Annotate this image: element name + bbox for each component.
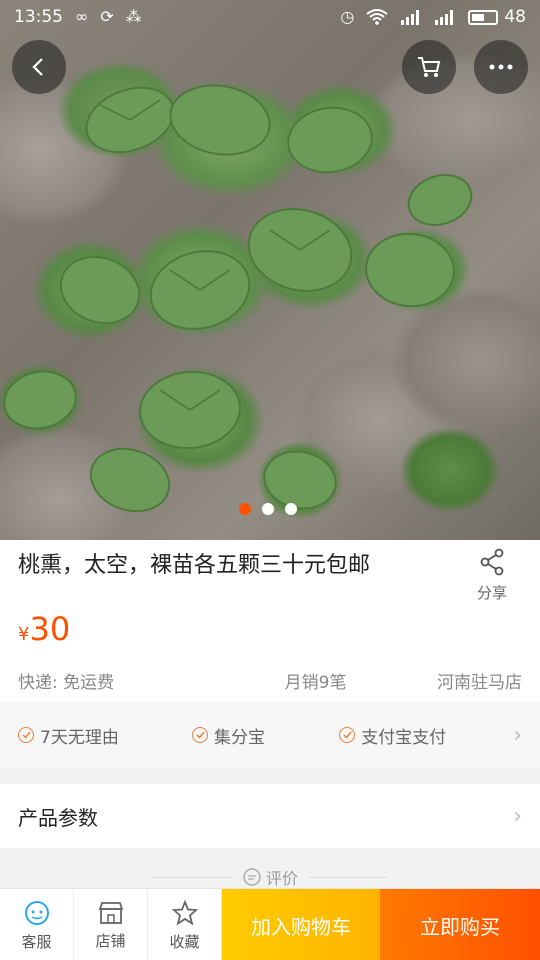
chevron-right-icon: › xyxy=(513,722,523,748)
pagination-dot[interactable] xyxy=(262,503,274,515)
shop-button[interactable]: 店铺 xyxy=(74,889,148,960)
check-circle-icon xyxy=(18,727,34,743)
battery-level: 48 xyxy=(504,7,526,27)
cart-icon xyxy=(418,57,441,77)
price: ¥ 30 xyxy=(18,610,70,648)
plant-photo xyxy=(3,84,473,513)
product-params-row[interactable]: 产品参数 › xyxy=(0,784,540,848)
gallery-pagination xyxy=(239,503,297,515)
bottom-action-bar: 客服 店铺 收藏 加入购物车 立即购买 xyxy=(0,888,540,960)
product-detail-page: 13:55 ∞ ⟳ ⁂ ◷ 48 桃熏，太空，裸苗各五颗三十元包邮 分享 ¥ 3… xyxy=(0,0,540,960)
service-label: 支付宝支付 xyxy=(361,727,447,748)
more-dots-icon xyxy=(489,64,513,70)
product-title: 桃熏，太空，裸苗各五颗三十元包邮 xyxy=(18,553,371,578)
params-label: 产品参数 xyxy=(18,805,98,830)
chevron-right-icon: › xyxy=(513,803,522,829)
alarm-icon: ◷ xyxy=(340,7,355,26)
share-button[interactable]: 分享 xyxy=(466,548,518,603)
monthly-sales: 月销9笔 xyxy=(284,673,347,693)
product-meta: 快递: 免运费 月销9笔 河南驻马店 xyxy=(18,668,522,693)
add-to-cart-button[interactable]: 加入购物车 xyxy=(222,889,380,960)
status-bar: 13:55 ∞ ⟳ ⁂ ◷ 48 xyxy=(0,0,540,34)
shop-icon xyxy=(98,901,123,924)
app-icon: ⁂ xyxy=(125,7,142,26)
service-label: 7天无理由 xyxy=(40,727,119,748)
shop-label: 店铺 xyxy=(95,931,126,950)
customer-service-icon xyxy=(24,900,49,925)
share-icon xyxy=(480,548,504,576)
buy-now-button[interactable]: 立即购买 xyxy=(380,889,540,960)
shipping-info: 快递: 免运费 xyxy=(18,673,115,693)
customer-service-button[interactable]: 客服 xyxy=(0,889,74,960)
product-photo-gallery[interactable]: 13:55 ∞ ⟳ ⁂ ◷ 48 xyxy=(0,0,540,540)
signal-4g-icon xyxy=(435,10,454,25)
sync-icon: ⟳ xyxy=(100,7,114,26)
status-left: 13:55 ∞ ⟳ ⁂ xyxy=(14,7,142,27)
chevron-left-icon xyxy=(32,58,43,76)
favorite-button[interactable]: 收藏 xyxy=(148,889,222,960)
check-circle-icon xyxy=(192,727,209,743)
star-icon xyxy=(171,899,198,925)
battery-icon xyxy=(468,9,499,25)
wifi-icon xyxy=(366,9,388,25)
price-currency: ¥ xyxy=(18,624,30,645)
comment-icon xyxy=(243,868,261,886)
seller-location: 河南驻马店 xyxy=(437,673,522,693)
signal-icon xyxy=(401,10,420,25)
divider xyxy=(308,876,388,878)
infinity-icon: ∞ xyxy=(75,7,89,26)
status-right: ◷ 48 xyxy=(340,7,526,27)
clock: 13:55 xyxy=(14,7,63,27)
back-button[interactable] xyxy=(12,40,66,94)
service-item: 集分宝 xyxy=(192,723,339,748)
pagination-dot[interactable] xyxy=(285,503,297,515)
review-label: 评价 xyxy=(265,869,298,888)
more-button[interactable] xyxy=(474,40,528,94)
cart-button[interactable] xyxy=(402,40,456,94)
divider xyxy=(151,876,232,878)
favorite-label: 收藏 xyxy=(169,932,200,951)
battery-indicator: 48 xyxy=(468,7,526,27)
service-label: 集分宝 xyxy=(214,727,266,748)
pagination-dot-active[interactable] xyxy=(239,503,251,515)
service-item: 支付宝支付 xyxy=(339,723,513,748)
check-circle-icon xyxy=(339,727,356,743)
price-value: 30 xyxy=(29,610,71,648)
share-label: 分享 xyxy=(476,584,507,602)
service-guarantees[interactable]: 7天无理由 集分宝 支付宝支付 › xyxy=(0,703,540,767)
customer-service-label: 客服 xyxy=(21,932,52,951)
service-item: 7天无理由 xyxy=(18,723,192,748)
